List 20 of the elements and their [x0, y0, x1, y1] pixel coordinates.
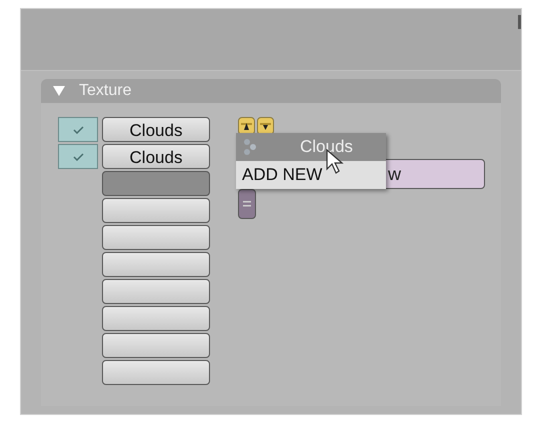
- texture-slot[interactable]: [102, 360, 210, 385]
- browse-button[interactable]: [238, 189, 256, 219]
- texture-slot[interactable]: [102, 279, 210, 304]
- arrow-down-icon: [260, 121, 271, 131]
- arrow-up-icon: [241, 121, 252, 131]
- texture-slot[interactable]: [102, 252, 210, 277]
- check-icon: [72, 126, 84, 134]
- checkbox[interactable]: [58, 117, 98, 142]
- lines-icon: [243, 201, 251, 207]
- texture-slot[interactable]: [102, 333, 210, 358]
- texture-slot[interactable]: [102, 198, 210, 223]
- texture-slot[interactable]: Clouds: [102, 144, 210, 169]
- checkbox[interactable]: [58, 144, 98, 169]
- panel-title: Texture: [79, 81, 132, 101]
- menu-item[interactable]: ADD NEW: [236, 161, 386, 189]
- texture-slot[interactable]: Clouds: [102, 117, 210, 142]
- texture-slot[interactable]: [102, 225, 210, 250]
- texture-slot[interactable]: [102, 306, 210, 331]
- texture-icon: [242, 138, 258, 156]
- check-icon: [72, 152, 84, 160]
